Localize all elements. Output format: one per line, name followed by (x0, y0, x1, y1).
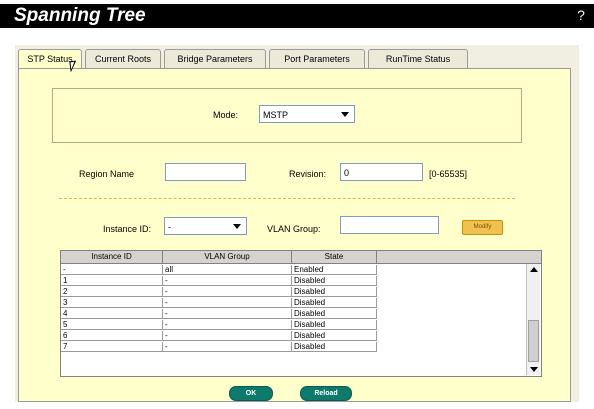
cell-instance-id: 3 (61, 298, 163, 308)
cell-state: Disabled (292, 331, 377, 341)
cell-vlan-group: - (163, 276, 292, 286)
vlan-group-input[interactable] (340, 216, 439, 234)
cell-instance-id: 7 (61, 342, 163, 352)
column-header-state: State (292, 251, 377, 264)
instance-table: Instance ID VLAN Group State - all Enabl… (60, 250, 542, 377)
cell-vlan-group: - (163, 309, 292, 319)
column-header-vlan-group: VLAN Group (163, 251, 292, 264)
scroll-thumb[interactable] (528, 320, 539, 362)
cell-state: Enabled (292, 265, 377, 275)
mode-select[interactable]: MSTP (259, 105, 355, 123)
cell-state: Disabled (292, 276, 377, 286)
modify-button[interactable]: Modify (462, 220, 503, 235)
vlan-group-label: VLAN Group: (267, 224, 321, 234)
cell-state: Disabled (292, 320, 377, 330)
cell-state: Disabled (292, 309, 377, 319)
separator (59, 198, 515, 199)
cell-instance-id: 6 (61, 331, 163, 341)
title-bar: Spanning Tree ? (0, 4, 594, 28)
help-icon[interactable]: ? (572, 6, 590, 24)
region-name-label: Region Name (79, 169, 135, 179)
cell-instance-id: 2 (61, 287, 163, 297)
instance-id-select[interactable]: - (164, 217, 247, 235)
tab-bridge-parameters[interactable]: Bridge Parameters (164, 49, 266, 68)
cell-state: Disabled (292, 287, 377, 297)
tab-current-roots[interactable]: Current Roots (85, 49, 161, 68)
tab-port-parameters[interactable]: Port Parameters (269, 49, 365, 68)
instance-id-label: Instance ID: (103, 224, 152, 234)
cell-instance-id: 4 (61, 309, 163, 319)
instance-id-value: - (168, 222, 171, 232)
cell-vlan-group: - (163, 331, 292, 341)
reload-button[interactable]: Reload (300, 386, 352, 401)
scroll-down-icon[interactable] (527, 364, 540, 375)
page-title: Spanning Tree (14, 5, 146, 26)
cell-instance-id: 5 (61, 320, 163, 330)
chevron-down-icon (341, 112, 349, 117)
revision-input[interactable]: 0 (340, 163, 423, 181)
tab-runtime-status[interactable]: RunTime Status (368, 49, 468, 68)
mouse-cursor-icon (69, 60, 78, 73)
revision-label: Revision: (289, 169, 327, 179)
cell-vlan-group: - (163, 320, 292, 330)
column-header-instance-id: Instance ID (61, 251, 163, 264)
table-scrollbar[interactable] (526, 264, 540, 375)
header-filler (377, 251, 541, 264)
cell-state: Disabled (292, 298, 377, 308)
chevron-down-icon (233, 224, 241, 229)
revision-range-hint: [0-65535] (429, 169, 468, 179)
mode-group: Mode: MSTP (52, 88, 522, 143)
cell-instance-id: - (61, 265, 163, 275)
cell-vlan-group: - (163, 287, 292, 297)
scroll-up-icon[interactable] (527, 264, 540, 275)
mode-value: MSTP (263, 110, 289, 120)
cell-vlan-group: - (163, 342, 292, 352)
cell-instance-id: 1 (61, 276, 163, 286)
cell-state: Disabled (292, 342, 377, 352)
tab-content: Mode: MSTP Region Name Revision: 0 [0-65… (18, 68, 571, 402)
mode-label: Mode: (213, 110, 239, 120)
ok-button[interactable]: OK (229, 386, 273, 401)
region-name-input[interactable] (165, 163, 246, 181)
cell-vlan-group: all (163, 265, 292, 275)
cell-vlan-group: - (163, 298, 292, 308)
